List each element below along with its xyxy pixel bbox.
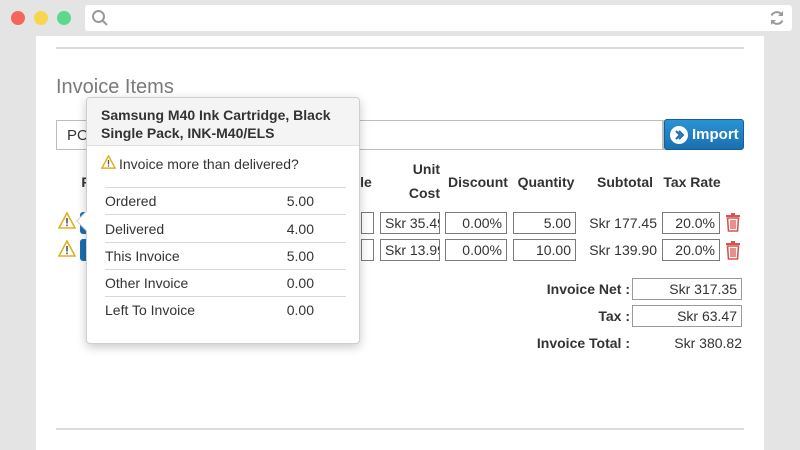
search-icon [91, 9, 109, 32]
quantity-input[interactable]: 10.00 [513, 239, 576, 261]
warning-icon[interactable] [57, 239, 77, 262]
subtotal-value: Skr 177.45 [589, 215, 657, 231]
address-bar[interactable] [85, 5, 792, 31]
tooltip-row-value: 0.00 [286, 274, 314, 291]
column-header-unit: Unit [412, 161, 440, 177]
invoice-net-label: Invoice Net : [546, 281, 630, 297]
import-button-label: Import [692, 126, 739, 143]
trash-icon[interactable] [725, 213, 741, 237]
tooltip-row: Delivered 4.00 [105, 215, 346, 243]
browser-chrome [0, 0, 800, 36]
column-header-discount: Discount [448, 174, 508, 190]
unit-cost-input[interactable]: Skr 35.49 [380, 212, 440, 234]
invoice-total-label: Invoice Total : [536, 335, 630, 351]
tooltip-title: Samsung M40 Ink Cartridge, Black Single … [87, 98, 359, 146]
column-header-cost: Cost [408, 185, 440, 201]
column-header-subtotal: Subtotal [597, 174, 653, 190]
minimize-window-button[interactable] [34, 11, 48, 25]
column-header-tax-rate: Tax Rate [663, 174, 721, 190]
divider [56, 428, 744, 430]
divider [56, 47, 744, 49]
tooltip-title-line2: Single Pack, INK-M40/ELS [101, 125, 275, 141]
tax-rate-input[interactable]: 20.0% [662, 239, 720, 261]
tooltip-row: Ordered 5.00 [105, 187, 346, 215]
tooltip-row: Left To Invoice 0.00 [105, 296, 346, 324]
arrow-right-icon [670, 125, 688, 144]
section-title: Invoice Items [56, 76, 174, 98]
tooltip-row: Other Invoice 0.00 [105, 269, 346, 297]
column-header-quantity: Quantity [517, 174, 575, 190]
tooltip-warning-text: Invoice more than delivered? [119, 155, 299, 172]
tax-rate-input[interactable]: 20.0% [662, 212, 720, 234]
discount-input[interactable]: 0.00% [445, 212, 507, 234]
close-window-button[interactable] [11, 11, 25, 25]
warning-icon [100, 154, 117, 172]
unit-cost-input[interactable]: Skr 13.99 [380, 239, 440, 261]
tooltip-warning: Invoice more than delivered? [100, 154, 299, 172]
tooltip-row-value: 0.00 [286, 302, 314, 318]
tax-label: Tax : [598, 308, 630, 324]
import-button[interactable]: Import [664, 119, 744, 150]
trash-icon[interactable] [725, 241, 741, 265]
discount-input[interactable]: 0.00% [445, 239, 507, 261]
tooltip-row-value: 5.00 [286, 193, 314, 209]
maximize-window-button[interactable] [57, 11, 71, 25]
tooltip-row-label: This Invoice [105, 247, 180, 264]
reload-icon[interactable] [768, 9, 786, 32]
subtotal-value: Skr 139.90 [589, 242, 657, 258]
tax-value: Skr 63.47 [632, 305, 742, 327]
tooltip-row-label: Left To Invoice [105, 302, 196, 318]
tooltip-title-line1: Samsung M40 Ink Cartridge, Black [101, 107, 331, 123]
tooltip-row-label: Delivered [105, 220, 165, 237]
tooltip-row-value: 4.00 [286, 220, 314, 237]
invoice-warning-tooltip: Samsung M40 Ink Cartridge, Black Single … [76, 97, 360, 344]
warning-icon[interactable] [57, 211, 77, 234]
title-input[interactable] [361, 212, 374, 234]
tooltip-row-value: 5.00 [286, 247, 314, 264]
quantity-input[interactable]: 5.00 [513, 212, 576, 234]
tooltip-row: This Invoice 5.00 [105, 242, 346, 270]
invoice-net-value: Skr 317.35 [632, 278, 742, 300]
tooltip-row-label: Ordered [105, 193, 157, 209]
invoice-total-value: Skr 380.82 [674, 335, 742, 351]
title-input[interactable] [361, 239, 374, 261]
tooltip-row-label: Other Invoice [105, 274, 189, 291]
